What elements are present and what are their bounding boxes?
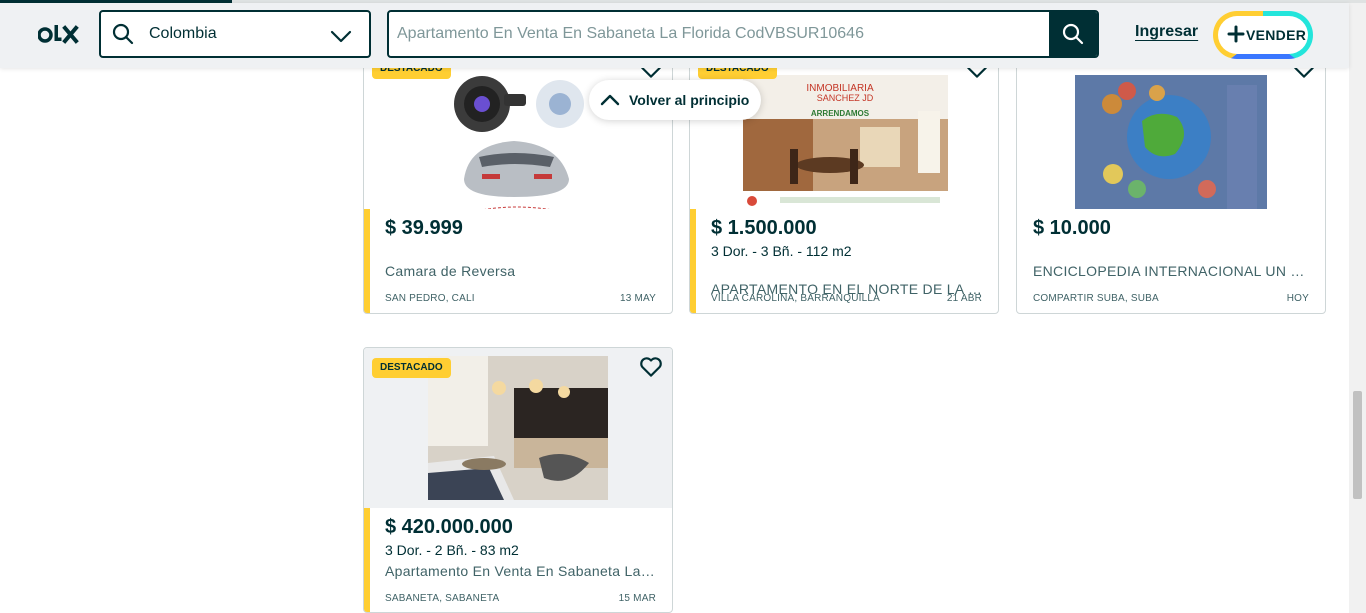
- listing-title: Apartamento En Venta En Sabaneta La Flor…: [385, 563, 657, 579]
- search-icon: [1062, 23, 1084, 45]
- search-bar: [387, 10, 1099, 58]
- listing-location: VILLA CAROLINA, BARRANQUILLA: [711, 293, 880, 304]
- listing-specs: 3 Dor. - 3 Bñ. - 112 m2: [711, 243, 852, 259]
- search-icon: [112, 23, 134, 45]
- image-caption-line3: ARRENDAMOS: [811, 109, 870, 118]
- listing-price: $ 1.500.000: [711, 217, 817, 239]
- listing-date: 13 MAY: [619, 293, 656, 304]
- search-button[interactable]: [1049, 12, 1097, 56]
- listing-location: SABANETA, SABANETA: [385, 593, 500, 604]
- sell-button-label: VENDER: [1246, 27, 1307, 43]
- olx-logo[interactable]: [38, 23, 82, 47]
- sell-button[interactable]: VENDER: [1213, 11, 1313, 59]
- listing-title: ENCICLOPEDIA INTERNACIONAL UN MUNDO: [1033, 263, 1305, 279]
- listing-price: $ 420.000.000: [385, 516, 513, 538]
- listing-price: $ 10.000: [1033, 217, 1111, 239]
- listing-card[interactable]: DESTACADO $ 420.000.000 3 Dor. - 2 Bñ. -…: [363, 347, 673, 613]
- listing-date: HOY: [1286, 293, 1309, 304]
- heart-icon[interactable]: [638, 354, 664, 380]
- location-selector[interactable]: Colombia: [99, 10, 371, 58]
- listing-card[interactable]: $ 10.000 ENCICLOPEDIA INTERNACIONAL UN M…: [1016, 48, 1326, 314]
- location-value: Colombia: [149, 25, 217, 42]
- back-to-top-button[interactable]: Volver al principio: [589, 80, 761, 120]
- back-to-top-label: Volver al principio: [629, 92, 750, 108]
- chevron-up-icon: [600, 94, 620, 106]
- page-scrollbar[interactable]: [1349, 3, 1366, 613]
- listing-price: $ 39.999: [385, 217, 463, 239]
- search-input[interactable]: [389, 12, 1049, 56]
- featured-badge: DESTACADO: [372, 358, 451, 378]
- scrollbar-thumb[interactable]: [1353, 391, 1362, 499]
- chevron-down-icon[interactable]: [329, 24, 353, 48]
- listing-location: COMPARTIR SUBA, SUBA: [1033, 293, 1159, 304]
- site-header: Colombia Ingresar VENDER: [0, 3, 1349, 68]
- login-link[interactable]: Ingresar: [1135, 23, 1198, 41]
- listing-date: 15 MAR: [618, 593, 656, 604]
- plus-icon: [1227, 25, 1245, 43]
- listing-image: [1017, 49, 1325, 209]
- listing-location: SAN PEDRO, CALI: [385, 293, 475, 304]
- listing-specs: 3 Dor. - 2 Bñ. - 83 m2: [385, 542, 519, 558]
- listing-date: 21 ABR: [946, 293, 982, 304]
- listing-title: Camara de Reversa: [385, 263, 516, 279]
- image-caption-line2: SANCHEZ JD: [817, 93, 874, 103]
